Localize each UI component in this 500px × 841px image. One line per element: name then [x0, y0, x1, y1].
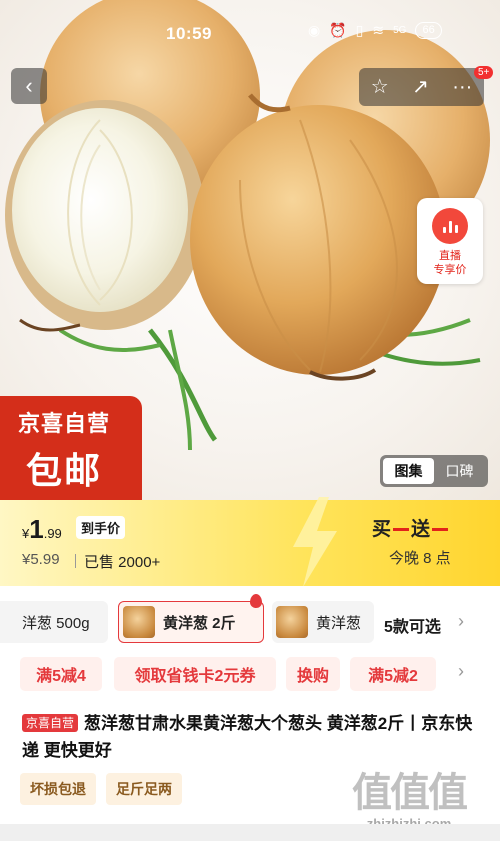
brand-badge: 京喜自营 包邮	[0, 396, 142, 500]
tab-images[interactable]: 图集	[383, 458, 434, 484]
price-divider	[75, 554, 76, 568]
bottom-strip	[0, 824, 500, 841]
final-price-tag: 到手价	[76, 516, 126, 539]
back-icon: ‹	[25, 73, 33, 98]
live-icon	[432, 208, 468, 244]
spec-option[interactable]: 洋葱 500g	[0, 601, 108, 643]
spec-count[interactable]: 5款可选	[384, 613, 441, 637]
currency-symbol: ¥	[22, 526, 30, 541]
price-decimal: .99	[43, 526, 62, 541]
spec-selector: 洋葱 500g 黄洋葱 2斤 黄洋葱 5款可选 ›	[0, 594, 500, 645]
network-label: 5G	[393, 25, 407, 36]
live-label-1: 直播	[439, 250, 461, 262]
message-badge: 5+	[474, 66, 494, 79]
brand-badge-title: 京喜自营	[18, 411, 111, 436]
promo-buy: 买	[372, 519, 392, 540]
live-price-button[interactable]: 直播 专享价	[417, 198, 483, 284]
coupon-tag[interactable]: 领取省钱卡2元券	[114, 657, 276, 691]
eye-icon: ◉	[308, 22, 321, 38]
spec-option-selected[interactable]: 黄洋葱 2斤	[118, 601, 264, 643]
tab-reviews[interactable]: 口碑	[434, 458, 485, 484]
final-price: ¥ 1 .99	[22, 514, 62, 545]
coupon-tag[interactable]: 换购	[286, 657, 340, 691]
promo-dash-1	[393, 528, 410, 532]
status-time: 10:59	[166, 24, 212, 43]
spec-thumbnail	[276, 606, 308, 638]
self-operated-tag: 京喜自营	[22, 714, 79, 732]
promo-title: 买送	[372, 514, 450, 541]
chevron-right-icon[interactable]: ›	[458, 661, 464, 682]
promo-time: 今晚 8 点	[389, 550, 451, 567]
spec-option[interactable]: 黄洋葱	[272, 601, 374, 643]
chevron-right-icon[interactable]: ›	[458, 611, 464, 632]
battery-icon: 66	[415, 22, 442, 39]
favorite-icon[interactable]: ☆	[371, 77, 389, 97]
coupon-row: 满5减4 领取省钱卡2元券 换购 满5减2 ›	[0, 657, 500, 691]
service-tags: 坏损包退 足斤足两	[20, 773, 182, 805]
status-icons: ◉ ⏰ ▯ ≋ 5G 66	[308, 22, 442, 39]
lightning-icon	[293, 497, 337, 587]
product-title-text: 葱洋葱甘肃水果黄洋葱大个葱头 黄洋葱2斤丨京东快递 更快更好	[22, 714, 473, 760]
alarm-icon: ⏰	[329, 22, 347, 38]
spec-option-label: 黄洋葱	[316, 614, 362, 632]
service-tag: 坏损包退	[20, 773, 96, 805]
brand-badge-shipping: 包邮	[26, 450, 103, 491]
share-icon[interactable]: ↗	[412, 77, 429, 97]
coupon-tag[interactable]: 满5减4	[20, 657, 102, 691]
vibrate-icon: ▯	[355, 22, 364, 38]
status-bar: 10:59 ◉ ⏰ ▯ ≋ 5G 66	[0, 0, 500, 64]
live-label-2: 专享价	[433, 264, 467, 276]
coupon-tag[interactable]: 满5减2	[350, 657, 436, 691]
top-actions: ☆ ↗ ···	[359, 68, 484, 106]
watermark: 值值值 zhizhizhi.com	[352, 760, 468, 831]
promo-dash-2	[432, 528, 449, 532]
price-bar	[0, 500, 500, 586]
gallery-switch: 图集 口碑	[380, 455, 488, 487]
service-tag: 足斤足两	[106, 773, 182, 805]
spec-option-label: 黄洋葱 2斤	[163, 614, 236, 632]
wifi-icon: ≋	[372, 22, 385, 38]
spec-thumbnail	[123, 606, 155, 638]
product-title: 京喜自营 葱洋葱甘肃水果黄洋葱大个葱头 黄洋葱2斤丨京东快递 更快更好	[22, 710, 474, 764]
original-price: ¥5.99	[22, 551, 60, 568]
back-button[interactable]: ‹	[11, 68, 47, 104]
more-icon[interactable]: ···	[452, 77, 472, 97]
promo-free: 送	[411, 519, 431, 540]
product-image[interactable]: 10:59 ◉ ⏰ ▯ ≋ 5G 66 ‹ ☆ ↗ ··· 5+ 直播 专享价 …	[0, 0, 500, 500]
price-integer: 1	[29, 514, 44, 544]
spec-option-label: 洋葱 500g	[22, 614, 90, 632]
watermark-logo: 值值值	[352, 771, 468, 815]
sold-count: 已售 2000+	[84, 554, 161, 571]
flame-icon	[250, 594, 262, 608]
